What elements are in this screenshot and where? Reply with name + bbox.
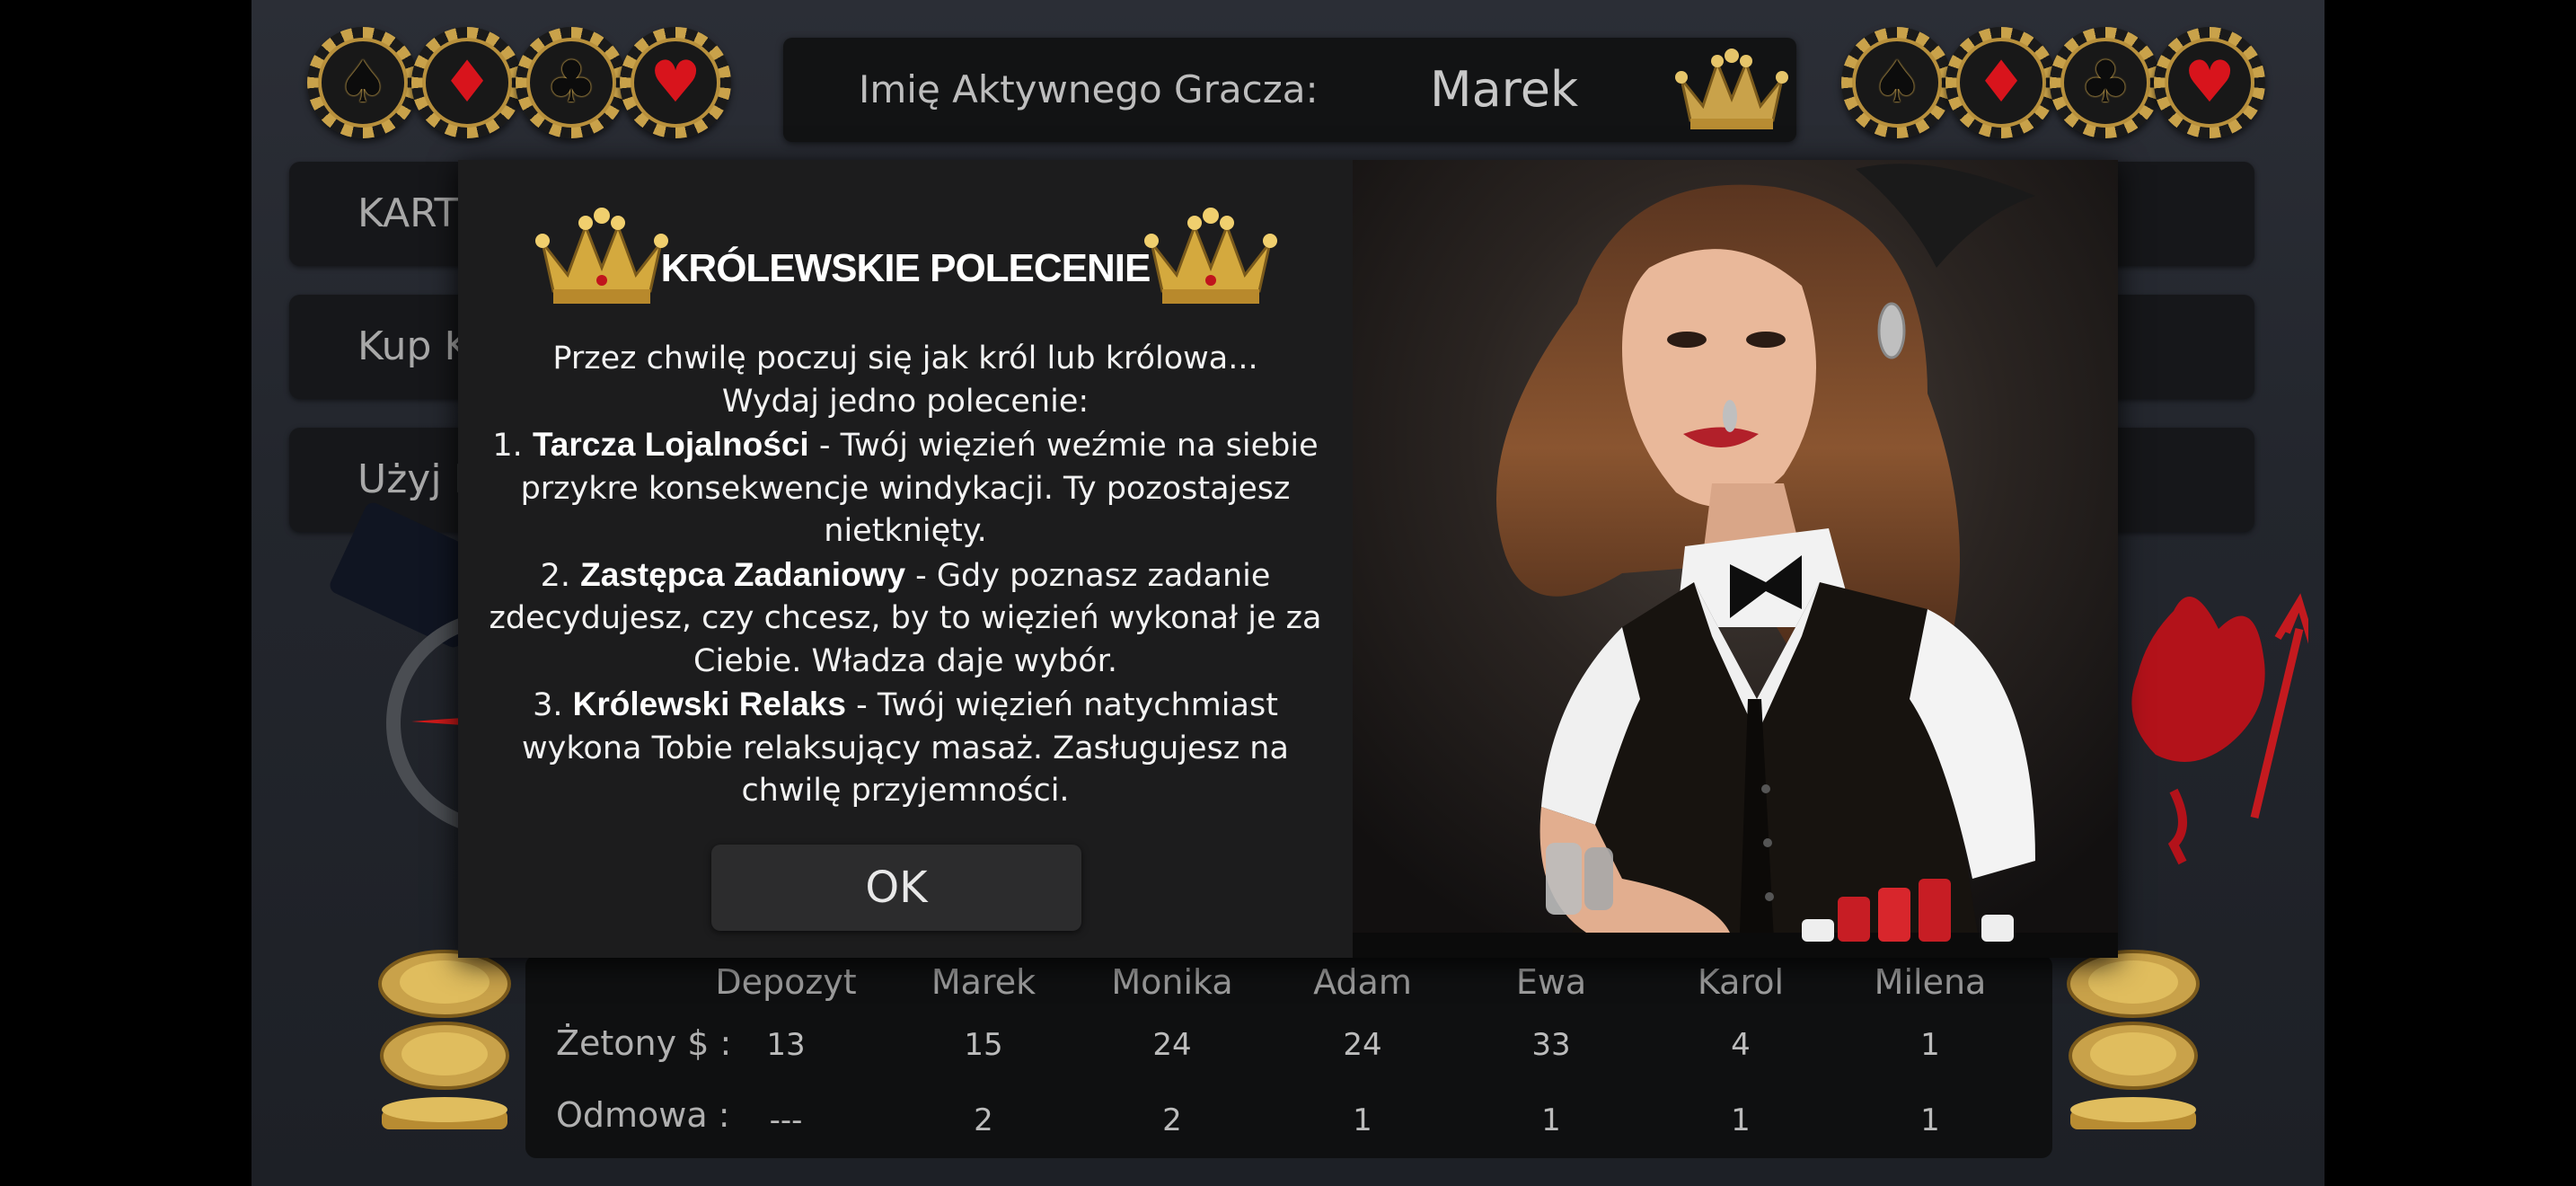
diamond-chip-icon: ♦	[411, 27, 523, 138]
gold-coins-icon	[2067, 950, 2200, 1129]
option-3-name: Królewski Relaks	[572, 686, 847, 722]
dialog-subtitle: Wydaj jedno polecenie:	[721, 383, 1090, 420]
column-header: Depozyt	[715, 962, 857, 1002]
devil-icon	[2131, 593, 2308, 865]
club-chip-icon: ♣	[516, 27, 627, 138]
table-cell: 15	[964, 1027, 1003, 1063]
column-header: Milena	[1874, 962, 1987, 1002]
crown-icon	[1675, 49, 1788, 129]
table-cell: 2	[974, 1102, 993, 1138]
spade-chip-icon: ♠	[1841, 27, 1953, 138]
ok-button[interactable]: OK	[711, 845, 1081, 931]
crown-icon	[1144, 208, 1277, 304]
scoreboard-table: Depozyt Marek Monika Adam Ewa Karol Mile…	[525, 955, 2052, 1158]
active-player-label: Imię Aktywnego Gracza:	[859, 67, 1319, 111]
royal-command-dialog: KRÓLEWSKIE POLECENIE Przez chwilę poczuj…	[458, 160, 2118, 958]
table-cell: 1	[1541, 1102, 1561, 1138]
table-cell: 33	[1531, 1027, 1571, 1063]
table-cell: 24	[1152, 1027, 1192, 1063]
table-cell: 1	[1920, 1102, 1940, 1138]
option-1-name: Tarcza Lojalności	[532, 426, 809, 463]
column-header: Marek	[931, 962, 1037, 1002]
option-2: 2. Zastępca Zadaniowy - Gdy poznasz zada…	[489, 555, 1322, 679]
table-cell: ---	[769, 1102, 803, 1138]
table-cell: 1	[1731, 1102, 1751, 1138]
active-player-header: Imię Aktywnego Gracza: Marek	[783, 38, 1796, 142]
suit-chips-right: ♠ ♦ ♣ ♥	[1841, 27, 2265, 138]
table-cell: 24	[1343, 1027, 1382, 1063]
column-header: Adam	[1313, 962, 1412, 1002]
spade-chip-icon: ♠	[307, 27, 419, 138]
option-3: 3. Królewski Relaks - Twój więzień natyc…	[522, 686, 1289, 809]
club-chip-icon: ♣	[2050, 27, 2161, 138]
column-header: Ewa	[1515, 962, 1587, 1002]
dialog-text-panel: KRÓLEWSKIE POLECENIE Przez chwilę poczuj…	[458, 160, 1353, 958]
suit-chips-left: ♠ ♦ ♣ ♥	[307, 27, 731, 138]
active-player-name: Marek	[1430, 61, 1579, 118]
column-header: Karol	[1697, 962, 1785, 1002]
table-cell: 4	[1731, 1027, 1751, 1063]
option-1: 1. Tarcza Lojalności - Twój więzień weźm…	[492, 426, 1319, 549]
table-cell: 1	[1920, 1027, 1940, 1063]
table-cell: 2	[1162, 1102, 1182, 1138]
heart-chip-icon: ♥	[2154, 27, 2265, 138]
table-cell: 13	[766, 1027, 806, 1063]
column-header: Monika	[1111, 962, 1233, 1002]
gold-coins-icon	[378, 950, 511, 1129]
option-2-name: Zastępca Zadaniowy	[580, 555, 906, 593]
croupier-portrait-image	[1353, 160, 2118, 958]
table-cell: 1	[1353, 1102, 1372, 1138]
diamond-chip-icon: ♦	[1945, 27, 2057, 138]
dialog-intro: Przez chwilę poczuj się jak król lub kró…	[552, 341, 1258, 376]
heart-chip-icon: ♥	[620, 27, 731, 138]
dialog-body: Przez chwilę poczuj się jak król lub kró…	[476, 338, 1335, 813]
